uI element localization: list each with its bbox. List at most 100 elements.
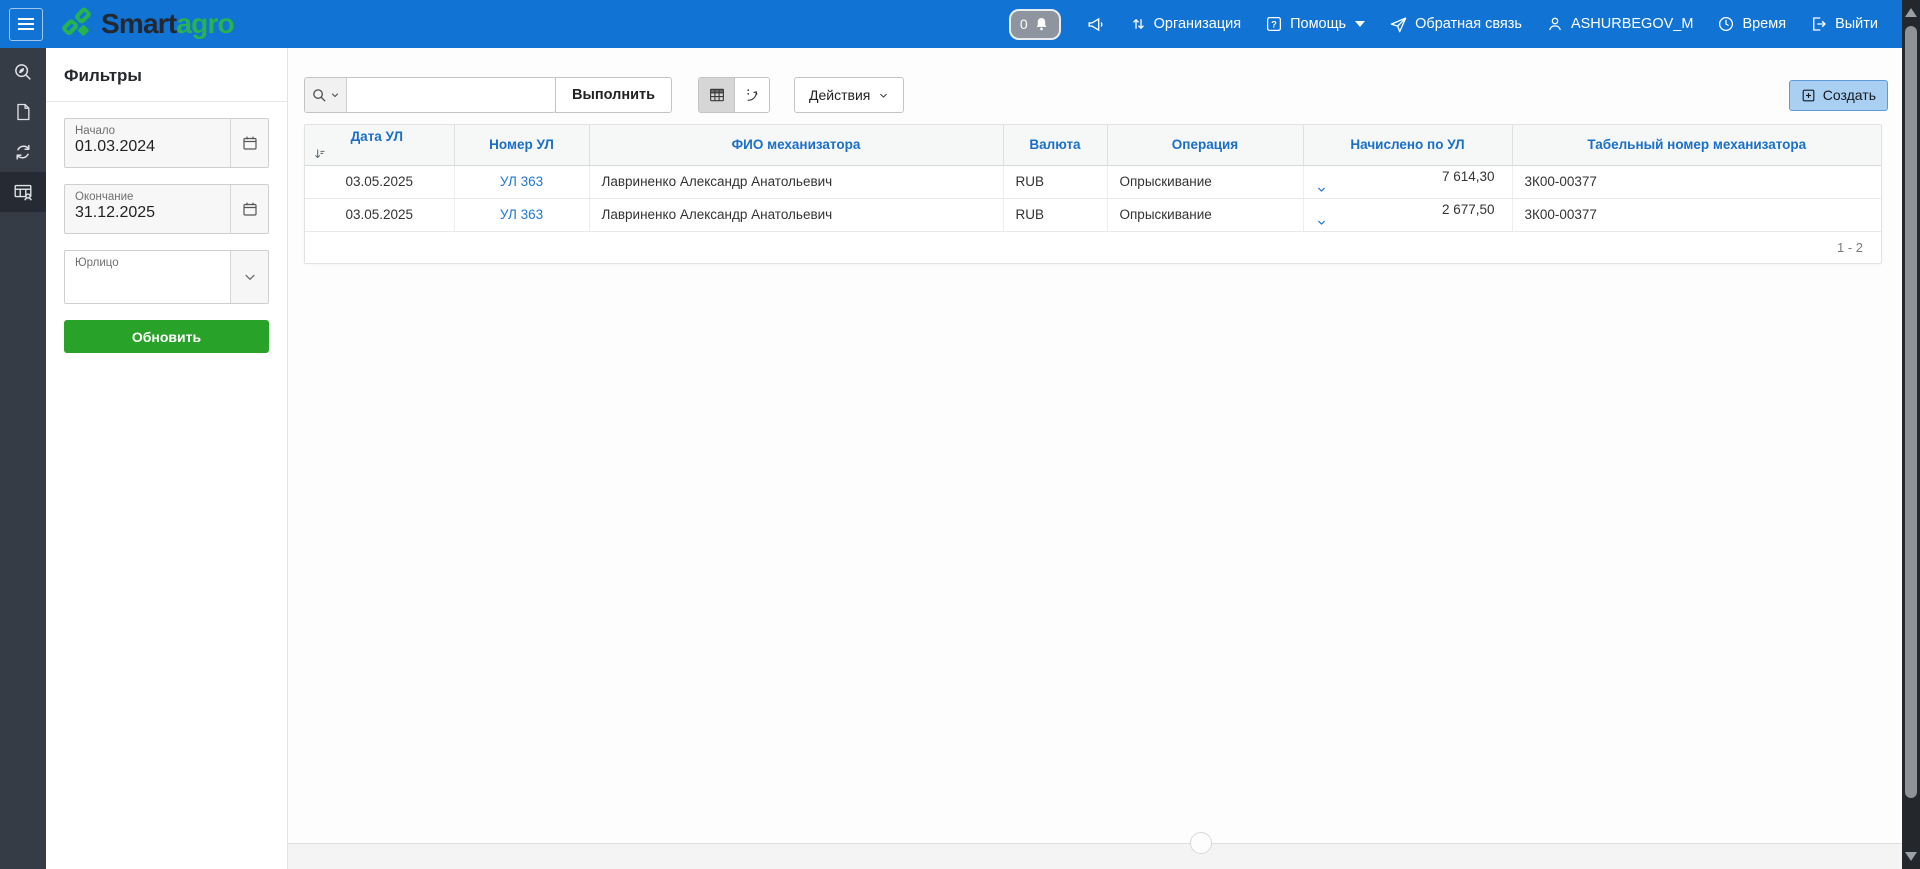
legal-entity-field: Юрлицо [64, 250, 269, 304]
chevron-down-icon [878, 90, 889, 101]
create-button[interactable]: Создать [1789, 80, 1888, 111]
feedback-label: Обратная связь [1415, 16, 1522, 32]
calendar-icon [241, 134, 259, 152]
cell-number: УЛ 363 [454, 165, 589, 198]
user-icon [1546, 15, 1564, 33]
rail-item-documents[interactable] [0, 92, 46, 132]
flow-view-button[interactable] [734, 78, 769, 112]
column-header-amount[interactable]: Начислено по УЛ [1303, 125, 1512, 165]
accruals-table: Дата УЛ Номер УЛ ФИО механизатора Валюта… [305, 125, 1881, 232]
view-mode-toggle [698, 77, 770, 113]
cell-amount: 2 677,50 [1303, 198, 1512, 231]
cell-name: Лавриненко Александр Анатольевич [589, 165, 1003, 198]
column-header-operation[interactable]: Операция [1107, 125, 1303, 165]
vertical-scrollbar[interactable] [1902, 0, 1920, 869]
end-date-field: Окончание [64, 184, 269, 234]
column-header-number[interactable]: Номер УЛ [454, 125, 589, 165]
leaf-search-icon [12, 61, 34, 83]
calendar-icon [241, 200, 259, 218]
plus-square-icon [1801, 88, 1816, 103]
organization-label: Организация [1154, 16, 1241, 32]
filters-panel: Фильтры Начало Окончание [46, 48, 288, 869]
help-menu[interactable]: ? Помощь [1265, 15, 1365, 33]
legal-entity-label: Юрлицо [75, 257, 220, 269]
organization-menu[interactable]: Организация [1130, 15, 1241, 33]
loader-bump [1190, 832, 1212, 854]
rail-item-recycle[interactable] [0, 132, 46, 172]
end-date-field-main[interactable]: Окончание [65, 185, 230, 233]
chevron-down-icon [242, 269, 258, 285]
end-date-input[interactable] [75, 204, 220, 222]
rail-item-leaf-search[interactable] [0, 52, 46, 92]
scroll-up-arrow[interactable] [1905, 8, 1917, 17]
table-row: 03.05.2025 УЛ 363 Лавриненко Александр А… [305, 165, 1881, 198]
rail-item-mechanizer-accruals[interactable] [0, 172, 46, 212]
time-button[interactable]: Время [1717, 15, 1786, 33]
cell-date: 03.05.2025 [305, 165, 454, 198]
notifications-button[interactable]: 0 [1009, 9, 1061, 40]
scroll-down-arrow[interactable] [1905, 852, 1917, 861]
start-date-label: Начало [75, 125, 220, 137]
search-input[interactable] [347, 78, 555, 112]
svg-text:?: ? [1271, 19, 1277, 29]
start-date-picker-button[interactable] [230, 119, 268, 167]
table-row: 03.05.2025 УЛ 363 Лавриненко Александр А… [305, 198, 1881, 231]
document-link[interactable]: УЛ 363 [500, 174, 543, 189]
top-navigation-bar: Smartagro 0 [0, 0, 1920, 48]
column-header-name[interactable]: ФИО механизатора [589, 125, 1003, 165]
actions-menu-button[interactable]: Действия [794, 77, 904, 113]
sort-descending-icon [313, 147, 446, 161]
help-label: Помощь [1290, 16, 1346, 32]
search-group [304, 77, 556, 113]
megaphone-icon [1085, 15, 1106, 34]
logout-icon [1810, 15, 1828, 33]
start-date-input[interactable] [75, 138, 220, 156]
footer-strip [288, 843, 1902, 869]
document-link[interactable]: УЛ 363 [500, 207, 543, 222]
report-toolbar: Выполнить [304, 77, 1888, 113]
application-window: Smartagro 0 [0, 0, 1920, 869]
scrollbar-thumb[interactable] [1905, 26, 1917, 798]
left-icon-rail [0, 48, 46, 869]
menu-icon [17, 17, 35, 31]
announcements-button[interactable] [1085, 15, 1106, 34]
start-date-field-main[interactable]: Начало [65, 119, 230, 167]
cell-currency: RUB [1003, 198, 1107, 231]
amount-expand-icon[interactable] [1316, 217, 1502, 228]
document-icon [13, 101, 33, 123]
clock-icon [1717, 15, 1735, 33]
logout-button[interactable]: Выйти [1810, 15, 1878, 33]
feedback-button[interactable]: Обратная связь [1389, 15, 1522, 34]
column-header-currency[interactable]: Валюта [1003, 125, 1107, 165]
app-logo[interactable]: Smartagro [60, 7, 234, 41]
end-date-label: Окончание [75, 191, 220, 203]
create-label: Создать [1823, 87, 1876, 103]
cell-currency: RUB [1003, 165, 1107, 198]
end-date-picker-button[interactable] [230, 185, 268, 233]
legal-entity-field-main[interactable]: Юрлицо [65, 251, 230, 303]
hamburger-menu-button[interactable] [9, 8, 43, 41]
amount-expand-icon[interactable] [1316, 184, 1502, 195]
username-label: ASHURBEGOV_M [1571, 16, 1693, 32]
filters-title: Фильтры [64, 64, 269, 101]
flow-view-icon [743, 86, 761, 104]
search-icon [311, 87, 328, 104]
smartagro-leaf-logo-icon [60, 7, 94, 41]
user-menu[interactable]: ASHURBEGOV_M [1546, 15, 1693, 33]
legal-entity-dropdown-button[interactable] [230, 251, 268, 303]
pagination-range-label: 1 - 2 [1837, 240, 1863, 255]
grid-view-icon [708, 86, 726, 104]
execute-button[interactable]: Выполнить [555, 77, 672, 113]
start-date-field: Начало [64, 118, 269, 168]
column-header-date[interactable]: Дата УЛ [305, 125, 454, 165]
recycle-icon [12, 141, 34, 163]
column-header-personnel-number[interactable]: Табельный номер механизатора [1512, 125, 1881, 165]
paper-plane-icon [1389, 15, 1408, 34]
logout-label: Выйти [1835, 16, 1878, 32]
refresh-button[interactable]: Обновить [64, 320, 269, 353]
grid-view-button[interactable] [699, 78, 734, 112]
legal-entity-input[interactable] [75, 270, 220, 288]
search-options-button[interactable] [305, 78, 347, 112]
cell-number: УЛ 363 [454, 198, 589, 231]
notification-count-badge: 0 [1020, 16, 1028, 32]
